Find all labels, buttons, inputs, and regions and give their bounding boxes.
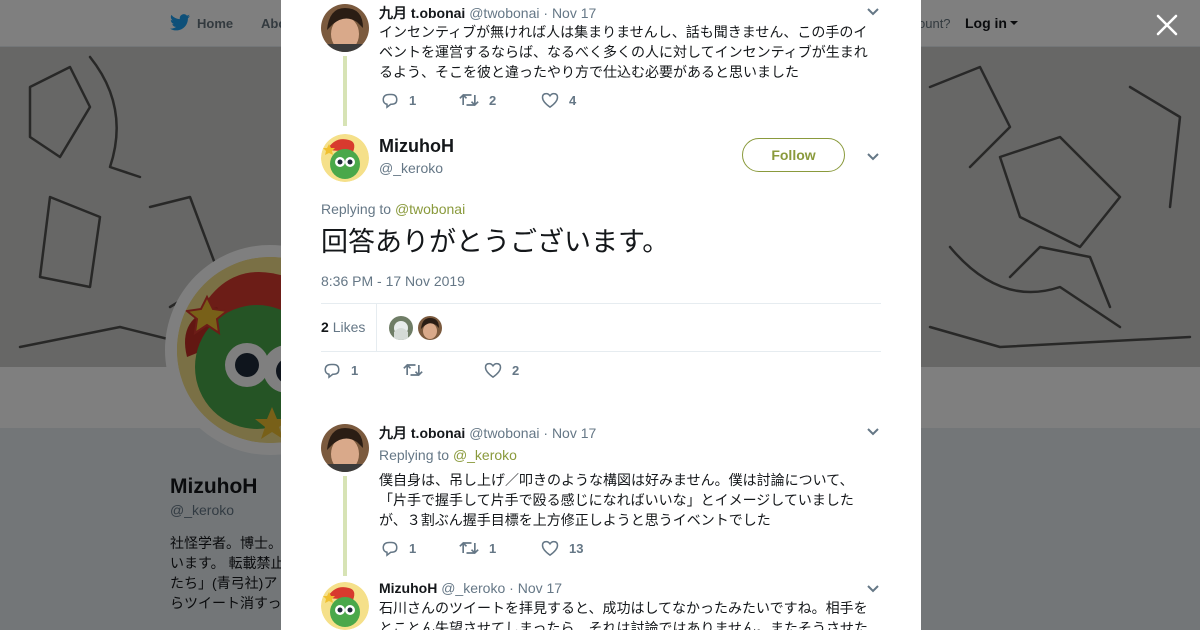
- avatar[interactable]: [321, 582, 369, 630]
- reply-tweet[interactable]: 九月 t.obonai @twobonai · Nov 17 Replying …: [321, 420, 881, 580]
- thread-line: [343, 56, 347, 126]
- reply-count: 1: [351, 363, 359, 378]
- author-handle[interactable]: @twobonai: [469, 5, 539, 21]
- follow-button[interactable]: Follow: [742, 138, 845, 172]
- separator-dot: ·: [543, 425, 549, 441]
- mention-link[interactable]: @_keroko: [453, 447, 517, 463]
- liker-avatar[interactable]: [389, 316, 413, 340]
- replying-label: Replying to: [379, 447, 450, 463]
- like-button[interactable]: 4: [541, 92, 576, 108]
- avatar[interactable]: [321, 424, 369, 472]
- reply-icon: [382, 541, 398, 557]
- reply-count: 1: [409, 93, 417, 108]
- chevron-down-icon[interactable]: [866, 7, 880, 17]
- author-handle[interactable]: @_keroko: [379, 160, 443, 176]
- tweet-text: インセンティブが無ければ人は集まりませんし、話も聞きません、この手のイベントを運…: [379, 24, 868, 80]
- tweet-actions: 1 2 4: [379, 92, 679, 112]
- chevron-down-icon[interactable]: [866, 584, 880, 594]
- likes-label: Likes: [332, 319, 366, 335]
- heart-icon: [541, 92, 559, 108]
- author-name[interactable]: MizuhoH: [379, 136, 454, 157]
- like-button[interactable]: 13: [541, 540, 583, 556]
- retweet-icon: [459, 541, 479, 555]
- tweet-date[interactable]: Nov 17: [518, 580, 562, 596]
- author-name[interactable]: 九月 t.obonai: [379, 425, 465, 441]
- reply-count: 1: [409, 541, 417, 556]
- chevron-down-icon[interactable]: [866, 152, 880, 162]
- reply-icon: [324, 363, 340, 379]
- tweet-date[interactable]: Nov 17: [552, 425, 596, 441]
- avatar[interactable]: [321, 4, 369, 52]
- tweet-header: 九月 t.obonai @twobonai · Nov 17: [379, 423, 596, 443]
- avatar[interactable]: [321, 134, 369, 182]
- author-name[interactable]: MizuhoH: [379, 580, 437, 596]
- replying-label: Replying to: [321, 201, 392, 217]
- replying-to: Replying to @_keroko: [379, 447, 517, 463]
- separator-dot: ·: [543, 5, 549, 21]
- reply-button[interactable]: 1: [323, 362, 358, 379]
- reply-button[interactable]: 1: [381, 540, 416, 557]
- retweet-icon: [403, 363, 423, 377]
- ancestor-tweet[interactable]: 九月 t.obonai @twobonai · Nov 17 インセンティブが無…: [321, 0, 881, 130]
- reply-tweet[interactable]: MizuhoH @_keroko · Nov 17 石川さんのツイートを拝見する…: [321, 578, 881, 630]
- author-handle[interactable]: @twobonai: [469, 425, 539, 441]
- replying-to: Replying to @twobonai: [321, 201, 465, 217]
- tweet-text: 石川さんのツイートを拝見すると、成功はしてなかったみたいですね。相手をとことん失…: [379, 600, 869, 630]
- like-count: 2: [512, 362, 520, 378]
- likes-number: 2: [321, 319, 329, 335]
- thread-line: [343, 476, 347, 576]
- separator-dot: ·: [509, 580, 514, 596]
- retweet-count: 2: [489, 92, 497, 108]
- heart-icon: [484, 362, 502, 378]
- tweet-actions: 1 1 13: [379, 540, 679, 560]
- like-count: 13: [569, 540, 584, 556]
- like-button[interactable]: 2: [484, 362, 519, 378]
- like-count: 4: [569, 92, 577, 108]
- mention-link[interactable]: @twobonai: [395, 201, 465, 217]
- likes-link[interactable]: 2 Likes: [321, 319, 365, 335]
- retweet-count: 1: [489, 540, 497, 556]
- retweet-button[interactable]: 2: [459, 92, 496, 108]
- tweet-date[interactable]: Nov 17: [552, 5, 596, 21]
- liker-avatar[interactable]: [418, 316, 442, 340]
- tweet-timestamp[interactable]: 8:36 PM - 17 Nov 2019: [321, 273, 465, 289]
- tweet-actions: 1 2: [323, 362, 623, 382]
- tweet-permalink-modal: 九月 t.obonai @twobonai · Nov 17 インセンティブが無…: [281, 0, 921, 630]
- tweet-text: 回答ありがとうございます。: [321, 227, 670, 257]
- tweet-header: 九月 t.obonai @twobonai · Nov 17: [379, 3, 596, 23]
- retweet-button[interactable]: [403, 362, 433, 378]
- author-name[interactable]: 九月 t.obonai: [379, 5, 465, 21]
- author-handle[interactable]: @_keroko: [441, 580, 505, 596]
- likes-summary: 2 Likes: [321, 303, 881, 352]
- reply-icon: [382, 93, 398, 109]
- close-icon[interactable]: [1154, 12, 1180, 38]
- chevron-down-icon[interactable]: [866, 427, 880, 437]
- heart-icon: [541, 540, 559, 556]
- divider: [376, 304, 377, 351]
- retweet-button[interactable]: 1: [459, 540, 496, 556]
- tweet-text: 僕自身は、吊し上げ／叩きのような構図は好みません。僕は討論について、「片手で握手…: [379, 472, 854, 528]
- tweet-header: MizuhoH @_keroko · Nov 17: [379, 580, 562, 596]
- reply-button[interactable]: 1: [381, 92, 416, 109]
- retweet-icon: [459, 93, 479, 107]
